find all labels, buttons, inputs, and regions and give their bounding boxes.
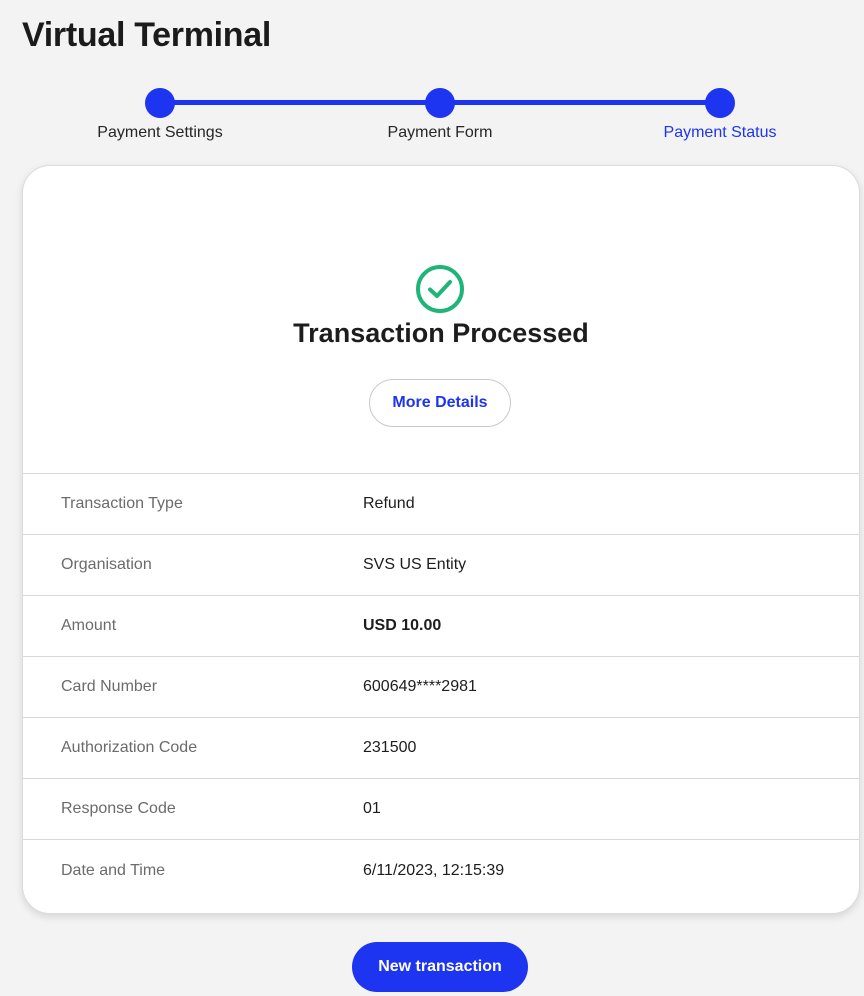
step-dot-payment-settings[interactable] [145, 88, 175, 118]
detail-label: Card Number [61, 678, 158, 695]
check-circle-icon [416, 265, 464, 313]
detail-label: Date and Time [61, 861, 166, 879]
detail-value: 231500 [363, 739, 417, 756]
step-label-payment-status: Payment Status [663, 124, 777, 141]
detail-value: Refund [363, 495, 415, 512]
detail-value: USD 10.00 [363, 617, 442, 634]
new-transaction-button[interactable]: New transaction [352, 942, 528, 992]
table-row: Organisation SVS US Entity [23, 535, 859, 596]
detail-label: Authorization Code [61, 739, 198, 756]
detail-label: Transaction Type [61, 495, 183, 512]
detail-value: SVS US Entity [363, 556, 467, 573]
table-row: Response Code 01 [23, 779, 859, 840]
table-row: Authorization Code 231500 [23, 718, 859, 779]
transaction-result-card: Transaction Processed More Details Trans… [22, 165, 860, 914]
progress-stepper: Payment Settings Payment Form Payment St… [0, 84, 864, 154]
more-details-button[interactable]: More Details [369, 379, 511, 427]
table-row: Date and Time 6/11/2023, 12:15:39 [23, 840, 859, 901]
status-title: Transaction Processed [293, 318, 589, 348]
step-dot-payment-status[interactable] [705, 88, 735, 118]
transaction-details-table: Transaction Type Refund Organisation SVS… [23, 474, 859, 901]
table-row: Card Number 600649****2981 [23, 657, 859, 718]
status-section: Transaction Processed More Details [23, 166, 859, 474]
step-dot-payment-form[interactable] [425, 88, 455, 118]
table-row: Amount USD 10.00 [23, 596, 859, 657]
page-title: Virtual Terminal [22, 16, 272, 54]
table-row: Transaction Type Refund [23, 474, 859, 535]
detail-value: 600649****2981 [363, 678, 477, 695]
step-label-payment-settings: Payment Settings [97, 124, 223, 141]
detail-label: Response Code [61, 800, 176, 817]
detail-label: Amount [61, 617, 117, 634]
step-label-payment-form: Payment Form [387, 124, 493, 141]
detail-value: 6/11/2023, 12:15:39 [363, 861, 505, 879]
detail-label: Organisation [61, 556, 152, 573]
detail-value: 01 [363, 800, 381, 817]
